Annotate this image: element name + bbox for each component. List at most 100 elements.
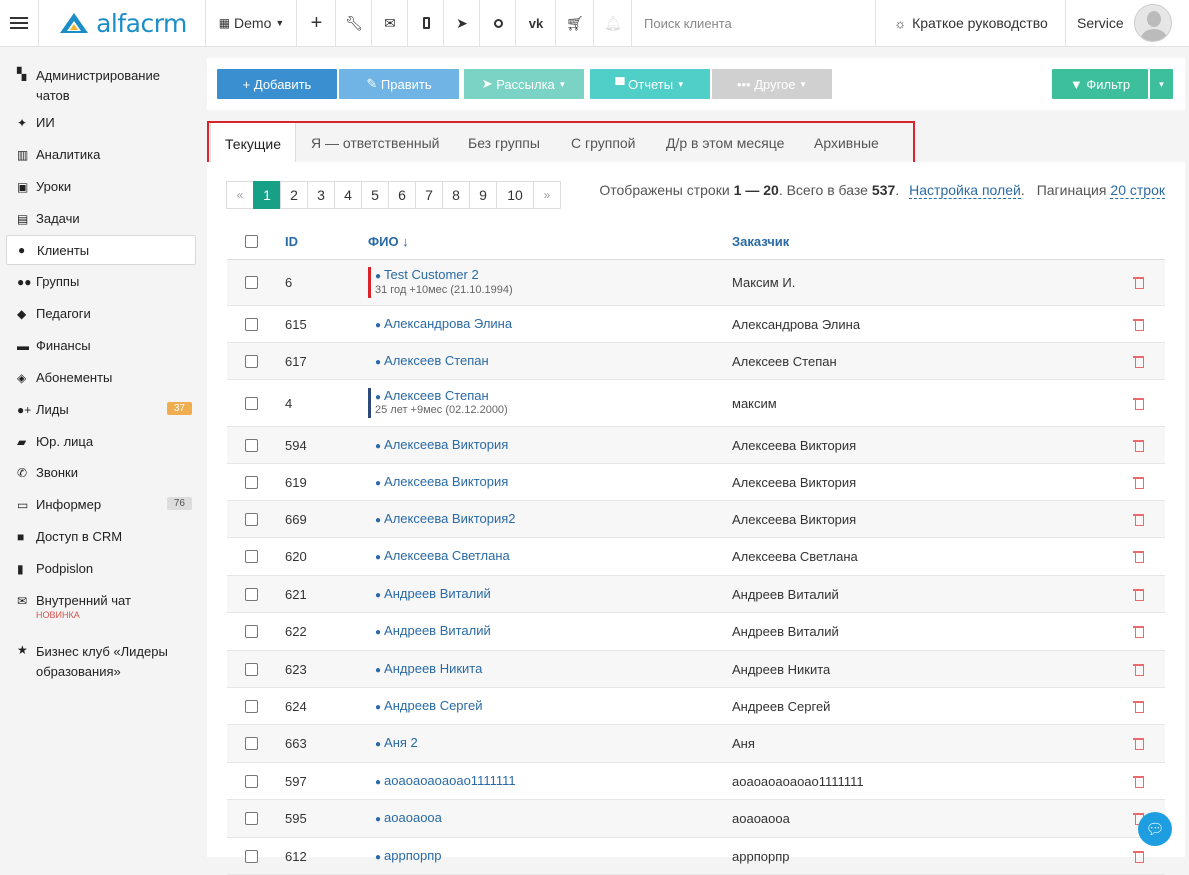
row-checkbox[interactable] [245,737,258,750]
page-next-button[interactable]: » [533,181,561,209]
sidebar-item-analytics[interactable]: ▥ Аналитика [6,147,196,163]
page-button[interactable]: 8 [442,181,470,209]
name-column-header[interactable]: ФИО ↓ [368,234,732,249]
page-button[interactable]: 10 [496,181,534,209]
branch-selector[interactable]: ▦ Demo ▼ [207,0,297,46]
row-checkbox[interactable] [245,438,258,452]
table-row[interactable]: 617 ● Алексеев Степан Алексеев Степан [227,343,1165,380]
sidebar-item-legal-entities[interactable]: ▰ Юр. лица [6,434,196,450]
settings-button[interactable]: 🔧︎ [337,0,372,46]
sidebar-item-lessons[interactable]: ▣ Уроки [6,179,196,195]
tab-with-group[interactable]: С группой [571,125,636,161]
row-checkbox[interactable] [245,774,258,788]
page-button[interactable]: 4 [334,181,362,209]
trash-icon[interactable] [1133,850,1144,863]
row-checkbox[interactable] [245,354,258,368]
client-name-link[interactable]: Алексеева Виктория2 [384,511,515,526]
page-button[interactable]: 1 [253,181,281,209]
trash-icon[interactable] [1133,663,1144,676]
page-button[interactable]: 2 [280,181,308,209]
reports-button[interactable]: ▀ Отчеты ▼ [590,69,710,99]
table-row[interactable]: 6 ● Test Customer 2 31 год +10мес (21.10.19… [227,260,1165,306]
sidebar-item-business-club[interactable]: ★ Бизнес клуб «Лидеры образования» [6,642,196,682]
row-checkbox[interactable] [245,812,258,825]
client-name-link[interactable]: Алексеева Светлана [384,548,510,563]
table-row[interactable]: 4 ● Алексеев Степан 25 лет +9мес (02.12.200… [227,380,1165,427]
tab-no-group[interactable]: Без группы [468,125,540,161]
table-row[interactable]: 622 ● Андреев Виталий Андреев Виталий [227,613,1165,651]
sidebar-item-subscriptions[interactable]: ◈ Абонементы [6,370,196,386]
sidebar-item-clients[interactable]: ● Клиенты [6,235,196,265]
sidebar-item-teachers[interactable]: ◆ Педагоги [6,306,196,322]
edit-button[interactable]: ✎ Править [339,69,459,99]
user-menu[interactable]: Service [1067,0,1189,46]
row-checkbox[interactable] [245,550,258,563]
trash-icon[interactable] [1133,439,1144,452]
client-name-link[interactable]: Алексеева Виктория [384,437,508,452]
row-checkbox[interactable] [245,396,258,410]
row-checkbox[interactable] [245,699,258,713]
row-checkbox[interactable] [245,276,258,289]
client-name-link[interactable]: аррпорпр [384,848,441,863]
table-row[interactable]: 594 ● Алексеева Виктория Алексеева Виктория [227,427,1165,464]
mailing-button[interactable]: ➤ Рассылка ▼ [464,69,584,99]
table-row[interactable]: 663 ● Аня 2 Аня [227,725,1165,763]
sidebar-item-internal-chat[interactable]: ✉ Внутренний чат НОВИНКА [6,593,196,620]
table-row[interactable]: 615 ● Александрова Элина Александрова Элина [227,306,1165,343]
client-name-link[interactable]: Алексеев Степан [384,388,489,403]
table-row[interactable]: 595 ● аоаоаооа аоаоаооа [227,800,1165,838]
telegram-button[interactable]: ➤ [445,0,480,46]
trash-icon[interactable] [1133,775,1144,788]
trash-icon[interactable] [1133,625,1144,638]
client-name-link[interactable]: Андреев Сергей [384,698,482,713]
client-name-link[interactable]: Андреев Виталий [384,623,491,638]
tab-my-responsible[interactable]: Я — ответственный [311,125,439,161]
id-column-header[interactable]: ID [285,234,368,249]
sidebar-item-podpislon[interactable]: ▮ Podpislon [6,561,196,577]
tab-current[interactable]: Текущие [210,123,296,164]
logo[interactable]: alfacrm [40,0,206,46]
sidebar-item-groups[interactable]: ●● Группы [6,274,196,290]
trash-icon[interactable] [1133,550,1144,563]
client-name-link[interactable]: аоаоаооа [384,810,442,825]
client-name-link[interactable]: Аня 2 [384,735,418,750]
page-button[interactable]: 6 [388,181,416,209]
tab-birthdays-this-month[interactable]: Д/р в этом месяце [666,125,784,161]
tab-archived[interactable]: Архивные [814,125,879,161]
row-checkbox[interactable] [245,625,258,638]
select-all-checkbox[interactable] [245,235,258,248]
trash-icon[interactable] [1133,355,1144,368]
client-name-link[interactable]: Test Customer 2 [384,267,479,282]
filter-dropdown-button[interactable]: ▼ [1149,69,1173,99]
trash-icon[interactable] [1133,276,1144,289]
client-name-link[interactable]: Алексеева Виктория [384,474,508,489]
sidebar-item-finance[interactable]: ▬ Финансы [6,338,196,354]
row-checkbox[interactable] [245,662,258,676]
table-row[interactable]: 619 ● Алексеева Виктория Алексеева Виктория [227,464,1165,501]
sidebar-item-informer[interactable]: ▭ Информер 76 [6,497,196,513]
filter-button[interactable]: ▼ Фильтр [1052,69,1148,99]
sidebar-item-calls[interactable]: ✆ Звонки [6,465,196,481]
row-checkbox[interactable] [245,317,258,331]
field-settings-link[interactable]: Настройка полей [909,182,1021,199]
sidebar-item-ai[interactable]: ✦ ИИ [6,115,196,131]
page-button[interactable]: 9 [469,181,497,209]
table-row[interactable]: 623 ● Андреев Никита Андреев Никита [227,651,1165,688]
table-row[interactable]: 620 ● Алексеева Светлана Алексеева Светлана [227,538,1165,576]
client-name-link[interactable]: Алексеев Степан [384,353,489,368]
quick-add-button[interactable]: + [298,0,336,46]
support-chat-button[interactable]: 💬︎ [1138,812,1172,846]
client-name-link[interactable]: Андреев Виталий [384,586,491,601]
other-button[interactable]: ••• Другое ▼ [712,69,832,99]
sidebar-item-chat-admin[interactable]: ▚ Администрирование чатов [6,66,196,106]
client-name-link[interactable]: Андреев Никита [384,661,482,676]
menu-toggle-button[interactable] [0,0,39,46]
page-button[interactable]: 7 [415,181,443,209]
table-row[interactable]: 597 ● аоаоаоаоаоао1111111 аоаоаоаоаоао11111… [227,763,1165,800]
row-checkbox[interactable] [245,587,258,601]
whatsapp-button[interactable] [481,0,516,46]
trash-icon[interactable] [1133,476,1144,489]
table-row[interactable]: 669 ● Алексеева Виктория2 Алексеева Виктори… [227,501,1165,538]
customer-column-header[interactable]: Заказчик [732,234,1112,249]
page-button[interactable]: 5 [361,181,389,209]
